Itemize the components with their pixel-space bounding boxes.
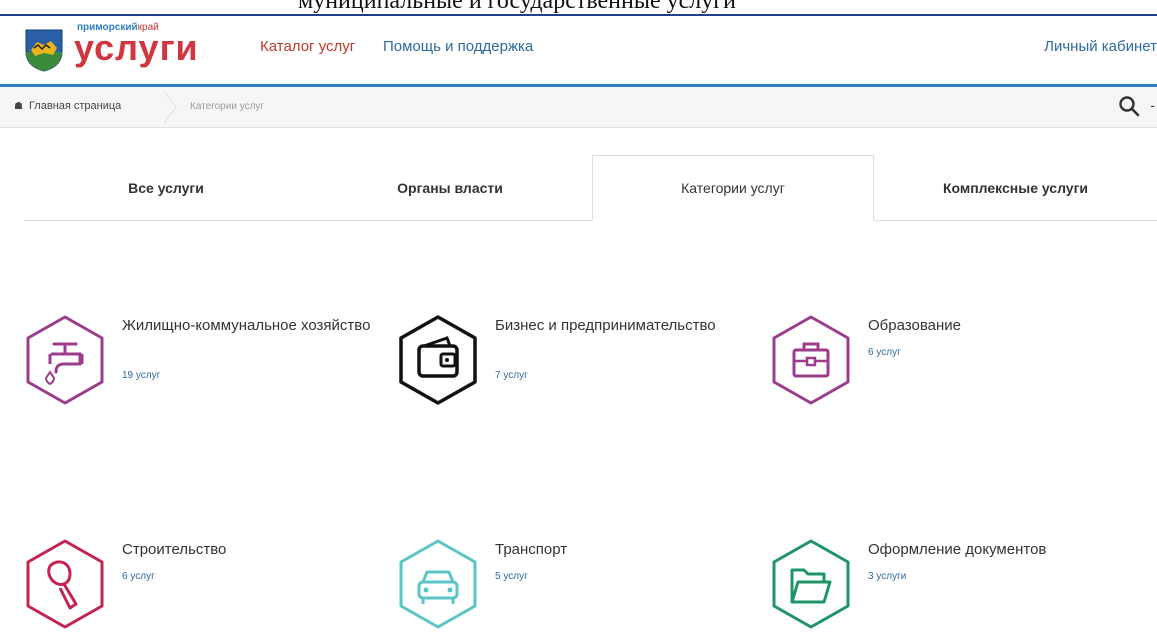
folder-icon <box>772 539 850 629</box>
category-tabs: Все услуги Органы власти Категории услуг… <box>24 155 1157 221</box>
tab-service-categories[interactable]: Категории услуг <box>592 155 874 221</box>
breadcrumb-home-label: Главная страница <box>28 100 122 112</box>
car-icon <box>399 539 477 629</box>
tab-complex-services[interactable]: Комплексные услуги <box>874 155 1157 221</box>
nav-help-link[interactable]: Помощь и поддержка <box>383 38 533 55</box>
home-icon: ☗ <box>14 101 23 112</box>
cropped-page-heading: муниципальные и государственные услуги <box>0 0 1157 16</box>
category-title: Бизнес и предпринимательство <box>495 317 716 334</box>
category-count[interactable]: 19 услуг <box>122 370 160 381</box>
category-title: Образование <box>868 317 961 334</box>
trowel-icon <box>26 539 104 629</box>
category-documents[interactable]: Оформление документов 3 услуги <box>770 538 1130 638</box>
faucet-icon <box>26 315 104 405</box>
category-housing[interactable]: Жилищно-коммунальное хозяйство 19 услуг <box>24 314 384 414</box>
nav-catalog-link[interactable]: Каталог услуг <box>260 38 355 55</box>
search-icon[interactable] <box>1117 94 1141 118</box>
category-title: Оформление документов <box>868 541 1047 558</box>
category-business[interactable]: Бизнес и предпринимательство 7 услуг <box>397 314 757 414</box>
category-title: Строительство <box>122 541 227 558</box>
tab-authorities[interactable]: Органы власти <box>308 155 592 221</box>
category-count[interactable]: 6 услуг <box>868 347 901 358</box>
search-toggle-caret[interactable]: - <box>1150 97 1155 113</box>
category-title: Транспорт <box>495 541 568 558</box>
category-transport[interactable]: Транспорт 5 услуг <box>397 538 757 638</box>
category-education[interactable]: Образование 6 услуг <box>770 314 1130 414</box>
breadcrumb-home-link[interactable]: ☗ Главная страница <box>14 100 121 112</box>
wallet-icon <box>399 315 477 405</box>
breadcrumb: ☗ Главная страница Категории услуг - <box>0 87 1157 128</box>
category-construction[interactable]: Строительство 6 услуг <box>24 538 384 638</box>
category-count[interactable]: 5 услуг <box>495 571 528 582</box>
breadcrumb-current: Категории услуг <box>190 101 265 112</box>
site-header: приморскийкрай услуги Каталог услуг Помо… <box>0 16 1157 87</box>
nav-cabinet-link[interactable]: Личный кабинет <box>1044 38 1157 55</box>
category-title: Жилищно-коммунальное хозяйство <box>122 317 371 334</box>
category-count[interactable]: 3 услуги <box>868 571 906 582</box>
category-count[interactable]: 6 услуг <box>122 571 155 582</box>
coat-of-arms-icon <box>25 29 63 72</box>
tab-all-services[interactable]: Все услуги <box>24 155 308 221</box>
briefcase-icon <box>772 315 850 405</box>
logo-wordmark[interactable]: услуги <box>74 28 199 68</box>
category-count[interactable]: 7 услуг <box>495 370 528 381</box>
breadcrumb-separator <box>163 91 177 123</box>
